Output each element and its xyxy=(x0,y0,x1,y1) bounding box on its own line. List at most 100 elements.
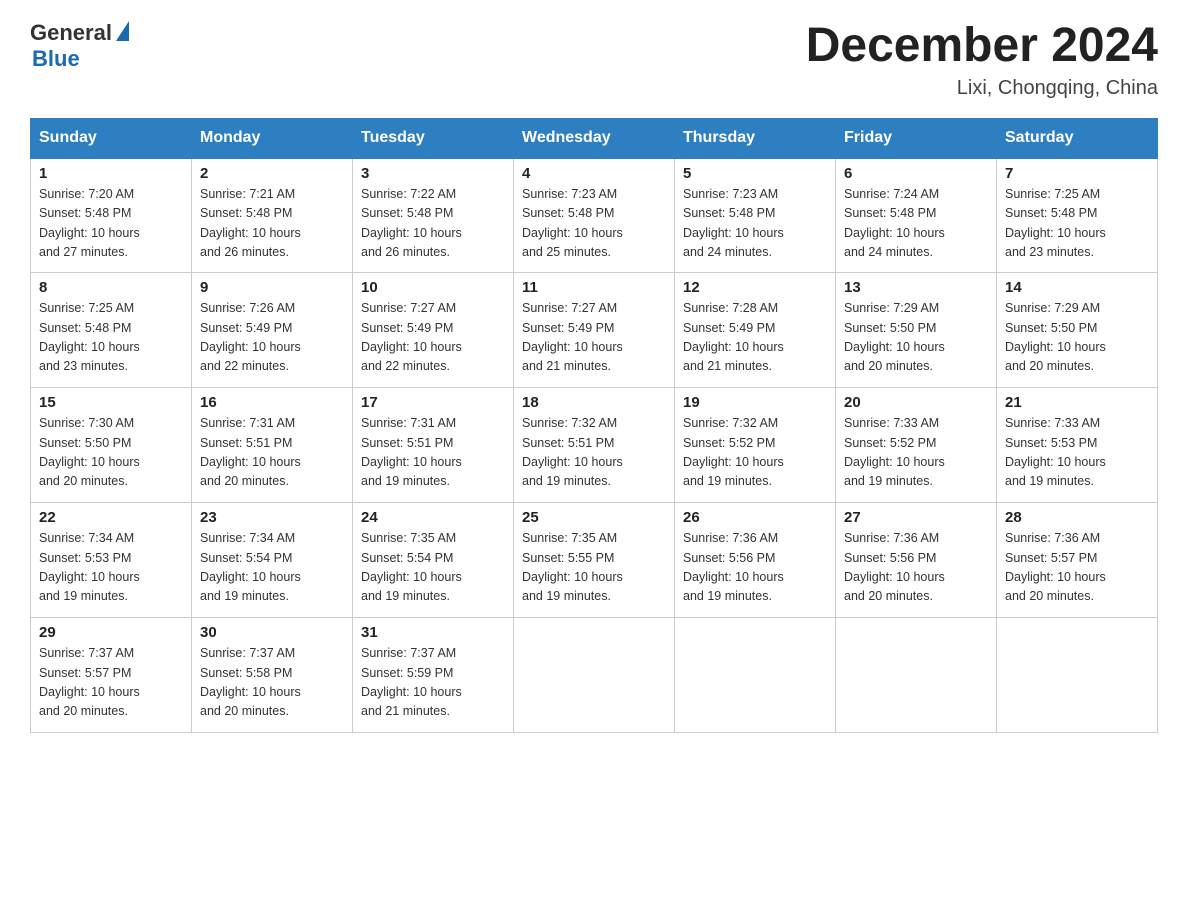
calendar-cell: 12 Sunrise: 7:28 AMSunset: 5:49 PMDaylig… xyxy=(675,273,836,388)
day-info: Sunrise: 7:31 AMSunset: 5:51 PMDaylight:… xyxy=(200,416,301,488)
calendar-cell: 18 Sunrise: 7:32 AMSunset: 5:51 PMDaylig… xyxy=(514,388,675,503)
day-number: 26 xyxy=(683,509,827,526)
week-row-4: 22 Sunrise: 7:34 AMSunset: 5:53 PMDaylig… xyxy=(31,503,1158,618)
day-number: 18 xyxy=(522,394,666,411)
calendar-cell: 23 Sunrise: 7:34 AMSunset: 5:54 PMDaylig… xyxy=(192,503,353,618)
day-number: 20 xyxy=(844,394,988,411)
title-section: December 2024 Lixi, Chongqing, China xyxy=(806,20,1158,100)
calendar-cell: 10 Sunrise: 7:27 AMSunset: 5:49 PMDaylig… xyxy=(353,273,514,388)
calendar-cell: 25 Sunrise: 7:35 AMSunset: 5:55 PMDaylig… xyxy=(514,503,675,618)
day-number: 25 xyxy=(522,509,666,526)
day-info: Sunrise: 7:34 AMSunset: 5:54 PMDaylight:… xyxy=(200,531,301,603)
day-number: 24 xyxy=(361,509,505,526)
day-info: Sunrise: 7:26 AMSunset: 5:49 PMDaylight:… xyxy=(200,301,301,373)
calendar-cell: 15 Sunrise: 7:30 AMSunset: 5:50 PMDaylig… xyxy=(31,388,192,503)
day-info: Sunrise: 7:30 AMSunset: 5:50 PMDaylight:… xyxy=(39,416,140,488)
calendar-cell: 13 Sunrise: 7:29 AMSunset: 5:50 PMDaylig… xyxy=(836,273,997,388)
day-number: 22 xyxy=(39,509,183,526)
calendar-cell: 24 Sunrise: 7:35 AMSunset: 5:54 PMDaylig… xyxy=(353,503,514,618)
day-number: 31 xyxy=(361,624,505,641)
day-number: 1 xyxy=(39,165,183,182)
day-info: Sunrise: 7:25 AMSunset: 5:48 PMDaylight:… xyxy=(1005,187,1106,259)
day-info: Sunrise: 7:20 AMSunset: 5:48 PMDaylight:… xyxy=(39,187,140,259)
calendar-cell: 2 Sunrise: 7:21 AMSunset: 5:48 PMDayligh… xyxy=(192,158,353,273)
calendar-cell: 28 Sunrise: 7:36 AMSunset: 5:57 PMDaylig… xyxy=(997,503,1158,618)
header-sunday: Sunday xyxy=(31,118,192,158)
day-number: 15 xyxy=(39,394,183,411)
header-monday: Monday xyxy=(192,118,353,158)
day-number: 8 xyxy=(39,279,183,296)
day-number: 29 xyxy=(39,624,183,641)
day-info: Sunrise: 7:33 AMSunset: 5:53 PMDaylight:… xyxy=(1005,416,1106,488)
day-info: Sunrise: 7:22 AMSunset: 5:48 PMDaylight:… xyxy=(361,187,462,259)
day-number: 4 xyxy=(522,165,666,182)
day-number: 11 xyxy=(522,279,666,296)
day-info: Sunrise: 7:24 AMSunset: 5:48 PMDaylight:… xyxy=(844,187,945,259)
day-number: 10 xyxy=(361,279,505,296)
calendar-cell xyxy=(675,618,836,733)
day-number: 12 xyxy=(683,279,827,296)
day-number: 16 xyxy=(200,394,344,411)
day-number: 13 xyxy=(844,279,988,296)
day-number: 3 xyxy=(361,165,505,182)
calendar-cell: 22 Sunrise: 7:34 AMSunset: 5:53 PMDaylig… xyxy=(31,503,192,618)
calendar-cell: 26 Sunrise: 7:36 AMSunset: 5:56 PMDaylig… xyxy=(675,503,836,618)
calendar-cell: 8 Sunrise: 7:25 AMSunset: 5:48 PMDayligh… xyxy=(31,273,192,388)
header-tuesday: Tuesday xyxy=(353,118,514,158)
day-info: Sunrise: 7:35 AMSunset: 5:55 PMDaylight:… xyxy=(522,531,623,603)
day-info: Sunrise: 7:37 AMSunset: 5:57 PMDaylight:… xyxy=(39,646,140,718)
week-row-5: 29 Sunrise: 7:37 AMSunset: 5:57 PMDaylig… xyxy=(31,618,1158,733)
calendar-cell: 20 Sunrise: 7:33 AMSunset: 5:52 PMDaylig… xyxy=(836,388,997,503)
day-info: Sunrise: 7:36 AMSunset: 5:57 PMDaylight:… xyxy=(1005,531,1106,603)
day-info: Sunrise: 7:37 AMSunset: 5:59 PMDaylight:… xyxy=(361,646,462,718)
day-info: Sunrise: 7:29 AMSunset: 5:50 PMDaylight:… xyxy=(1005,301,1106,373)
calendar-cell: 16 Sunrise: 7:31 AMSunset: 5:51 PMDaylig… xyxy=(192,388,353,503)
day-number: 19 xyxy=(683,394,827,411)
calendar-cell: 19 Sunrise: 7:32 AMSunset: 5:52 PMDaylig… xyxy=(675,388,836,503)
calendar-cell xyxy=(514,618,675,733)
logo-general-text: General xyxy=(30,20,112,46)
calendar-cell: 21 Sunrise: 7:33 AMSunset: 5:53 PMDaylig… xyxy=(997,388,1158,503)
day-number: 21 xyxy=(1005,394,1149,411)
day-number: 2 xyxy=(200,165,344,182)
day-info: Sunrise: 7:32 AMSunset: 5:52 PMDaylight:… xyxy=(683,416,784,488)
day-info: Sunrise: 7:29 AMSunset: 5:50 PMDaylight:… xyxy=(844,301,945,373)
calendar-cell: 31 Sunrise: 7:37 AMSunset: 5:59 PMDaylig… xyxy=(353,618,514,733)
day-info: Sunrise: 7:21 AMSunset: 5:48 PMDaylight:… xyxy=(200,187,301,259)
month-title: December 2024 xyxy=(806,20,1158,73)
day-number: 30 xyxy=(200,624,344,641)
day-number: 7 xyxy=(1005,165,1149,182)
week-row-1: 1 Sunrise: 7:20 AMSunset: 5:48 PMDayligh… xyxy=(31,158,1158,273)
day-number: 9 xyxy=(200,279,344,296)
day-info: Sunrise: 7:27 AMSunset: 5:49 PMDaylight:… xyxy=(361,301,462,373)
day-info: Sunrise: 7:33 AMSunset: 5:52 PMDaylight:… xyxy=(844,416,945,488)
calendar-cell: 27 Sunrise: 7:36 AMSunset: 5:56 PMDaylig… xyxy=(836,503,997,618)
day-info: Sunrise: 7:35 AMSunset: 5:54 PMDaylight:… xyxy=(361,531,462,603)
calendar-cell: 4 Sunrise: 7:23 AMSunset: 5:48 PMDayligh… xyxy=(514,158,675,273)
calendar-header-row: SundayMondayTuesdayWednesdayThursdayFrid… xyxy=(31,118,1158,158)
day-number: 5 xyxy=(683,165,827,182)
day-info: Sunrise: 7:36 AMSunset: 5:56 PMDaylight:… xyxy=(844,531,945,603)
day-info: Sunrise: 7:27 AMSunset: 5:49 PMDaylight:… xyxy=(522,301,623,373)
day-number: 27 xyxy=(844,509,988,526)
calendar-cell: 11 Sunrise: 7:27 AMSunset: 5:49 PMDaylig… xyxy=(514,273,675,388)
day-number: 23 xyxy=(200,509,344,526)
calendar-cell: 30 Sunrise: 7:37 AMSunset: 5:58 PMDaylig… xyxy=(192,618,353,733)
calendar-cell: 29 Sunrise: 7:37 AMSunset: 5:57 PMDaylig… xyxy=(31,618,192,733)
day-info: Sunrise: 7:23 AMSunset: 5:48 PMDaylight:… xyxy=(522,187,623,259)
day-info: Sunrise: 7:37 AMSunset: 5:58 PMDaylight:… xyxy=(200,646,301,718)
calendar-cell: 3 Sunrise: 7:22 AMSunset: 5:48 PMDayligh… xyxy=(353,158,514,273)
day-info: Sunrise: 7:31 AMSunset: 5:51 PMDaylight:… xyxy=(361,416,462,488)
day-info: Sunrise: 7:36 AMSunset: 5:56 PMDaylight:… xyxy=(683,531,784,603)
logo: General Blue xyxy=(30,20,129,72)
week-row-3: 15 Sunrise: 7:30 AMSunset: 5:50 PMDaylig… xyxy=(31,388,1158,503)
calendar-cell: 14 Sunrise: 7:29 AMSunset: 5:50 PMDaylig… xyxy=(997,273,1158,388)
day-info: Sunrise: 7:32 AMSunset: 5:51 PMDaylight:… xyxy=(522,416,623,488)
header-thursday: Thursday xyxy=(675,118,836,158)
header-friday: Friday xyxy=(836,118,997,158)
calendar-cell: 17 Sunrise: 7:31 AMSunset: 5:51 PMDaylig… xyxy=(353,388,514,503)
logo-triangle-icon xyxy=(116,21,129,41)
day-number: 6 xyxy=(844,165,988,182)
week-row-2: 8 Sunrise: 7:25 AMSunset: 5:48 PMDayligh… xyxy=(31,273,1158,388)
day-number: 17 xyxy=(361,394,505,411)
